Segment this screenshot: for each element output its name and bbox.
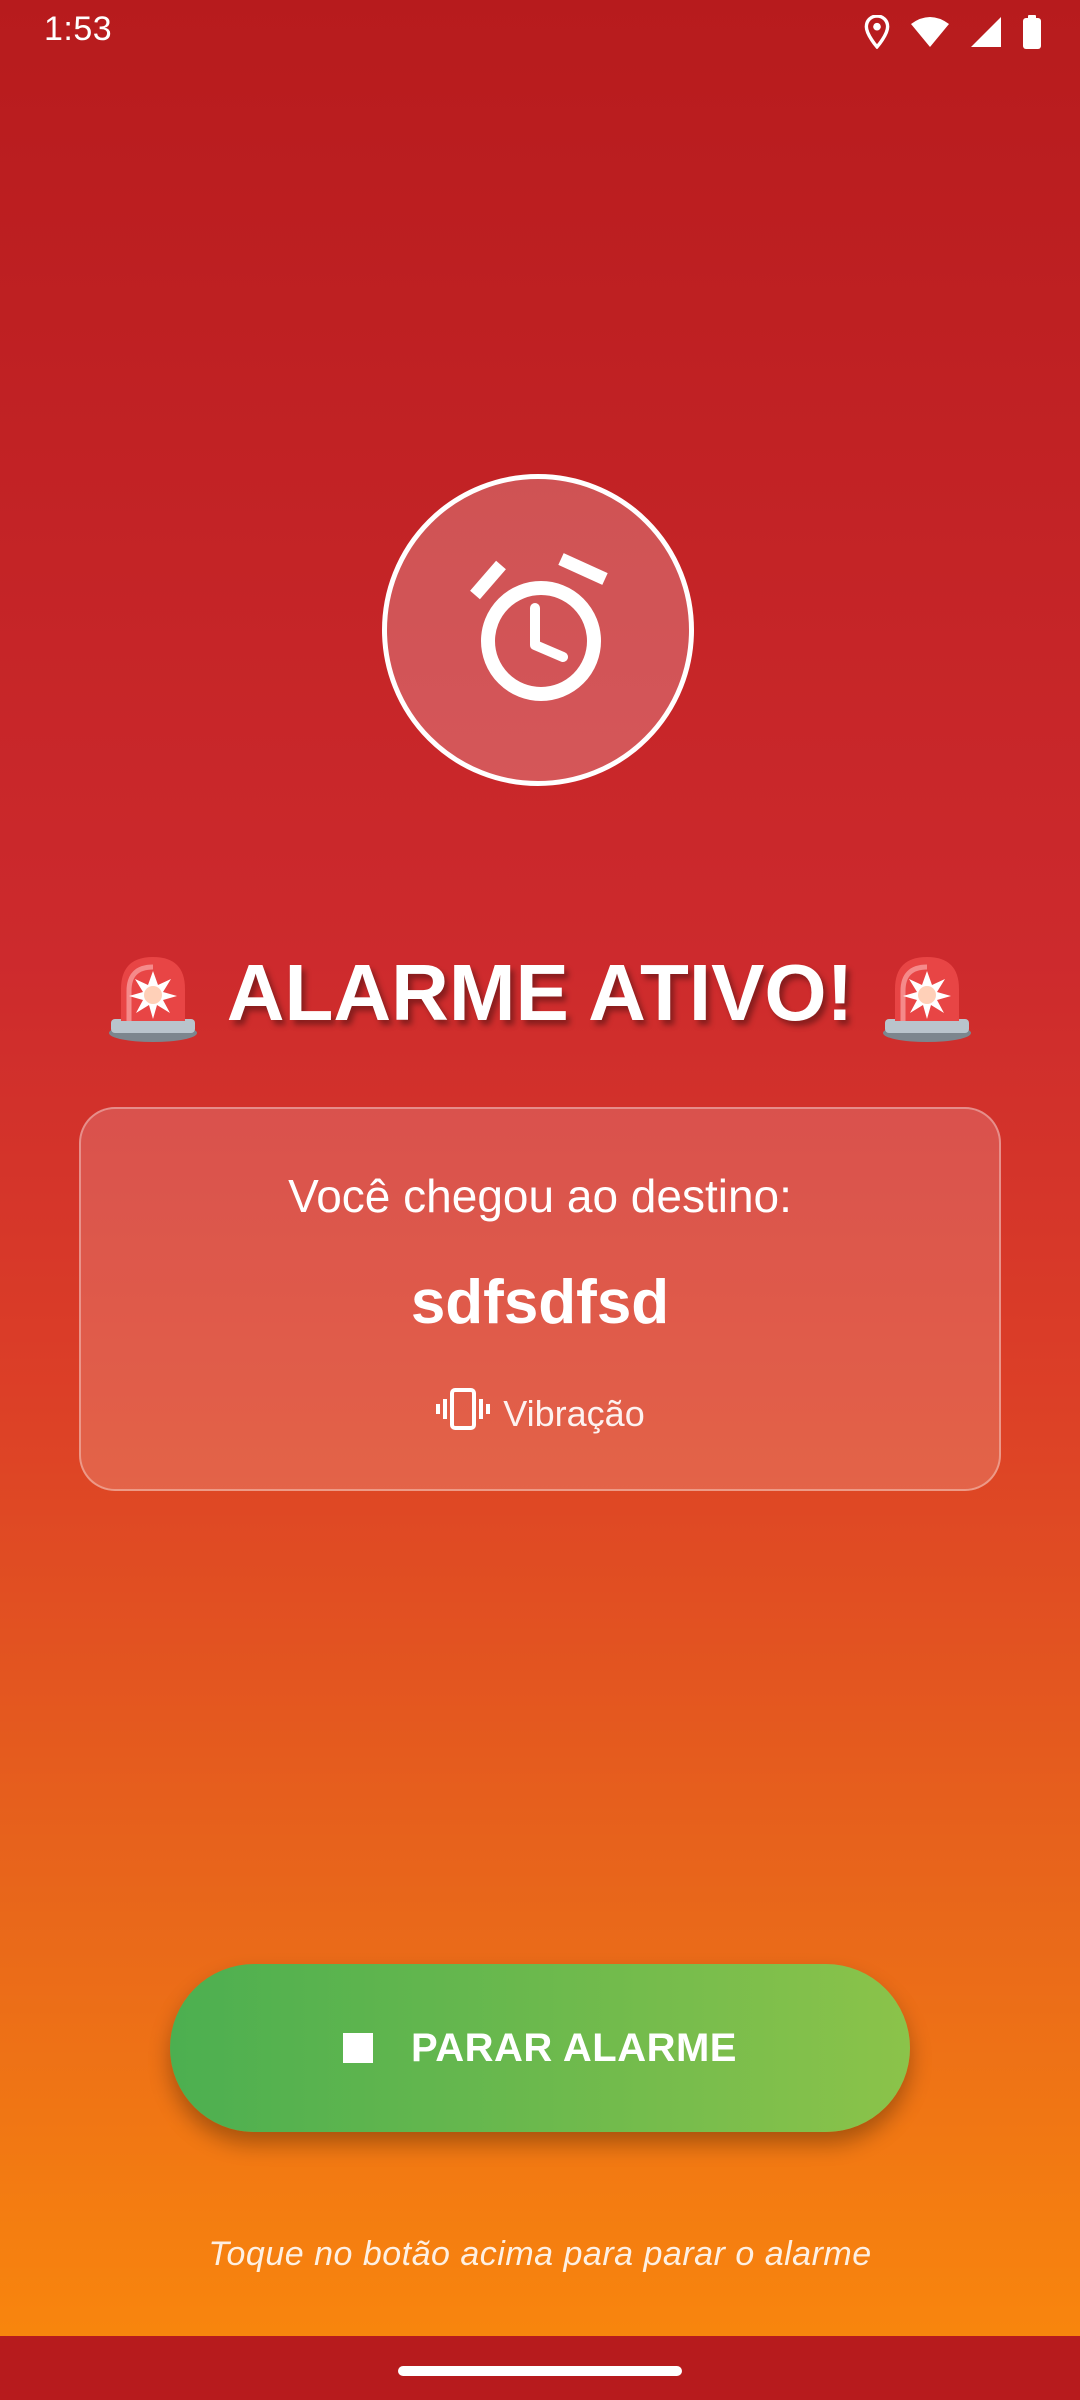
alarm-mode: Vibração <box>81 1387 999 1440</box>
location-icon <box>864 15 890 49</box>
stop-alarm-button[interactable]: PARAR ALARME <box>170 1964 910 2132</box>
alarm-screen: 1:53 ALARME ATIVO! Você chegou ao destin… <box>0 0 1080 2400</box>
status-time: 1:53 <box>44 10 113 48</box>
police-siren-icon <box>107 943 199 1043</box>
signal-icon <box>970 16 1002 48</box>
status-bar: 1:53 <box>0 0 1080 64</box>
stop-alarm-label: PARAR ALARME <box>411 2025 737 2070</box>
alarm-title-row: ALARME ATIVO! <box>0 938 1080 1048</box>
alarm-title: ALARME ATIVO! <box>226 948 854 1037</box>
destination-name: sdfsdfsd <box>410 1268 670 1337</box>
destination-card: Você chegou ao destino: sdfsdfsd Vibraçã… <box>79 1107 1001 1491</box>
stop-square-icon <box>343 2033 373 2063</box>
alarm-mode-label: Vibração <box>503 1392 645 1434</box>
status-icons <box>864 12 1042 52</box>
wifi-icon <box>910 16 950 48</box>
vibration-icon <box>435 1387 491 1440</box>
stop-hint-text: Toque no botão acima para parar o alarme <box>208 2235 872 2273</box>
home-indicator[interactable] <box>398 2366 682 2376</box>
battery-icon <box>1022 15 1042 49</box>
destination-label: Você chegou ao destino: <box>288 1170 792 1222</box>
alarm-clock-icon <box>463 552 613 708</box>
police-siren-icon <box>881 943 973 1043</box>
alarm-icon-circle <box>382 474 694 786</box>
